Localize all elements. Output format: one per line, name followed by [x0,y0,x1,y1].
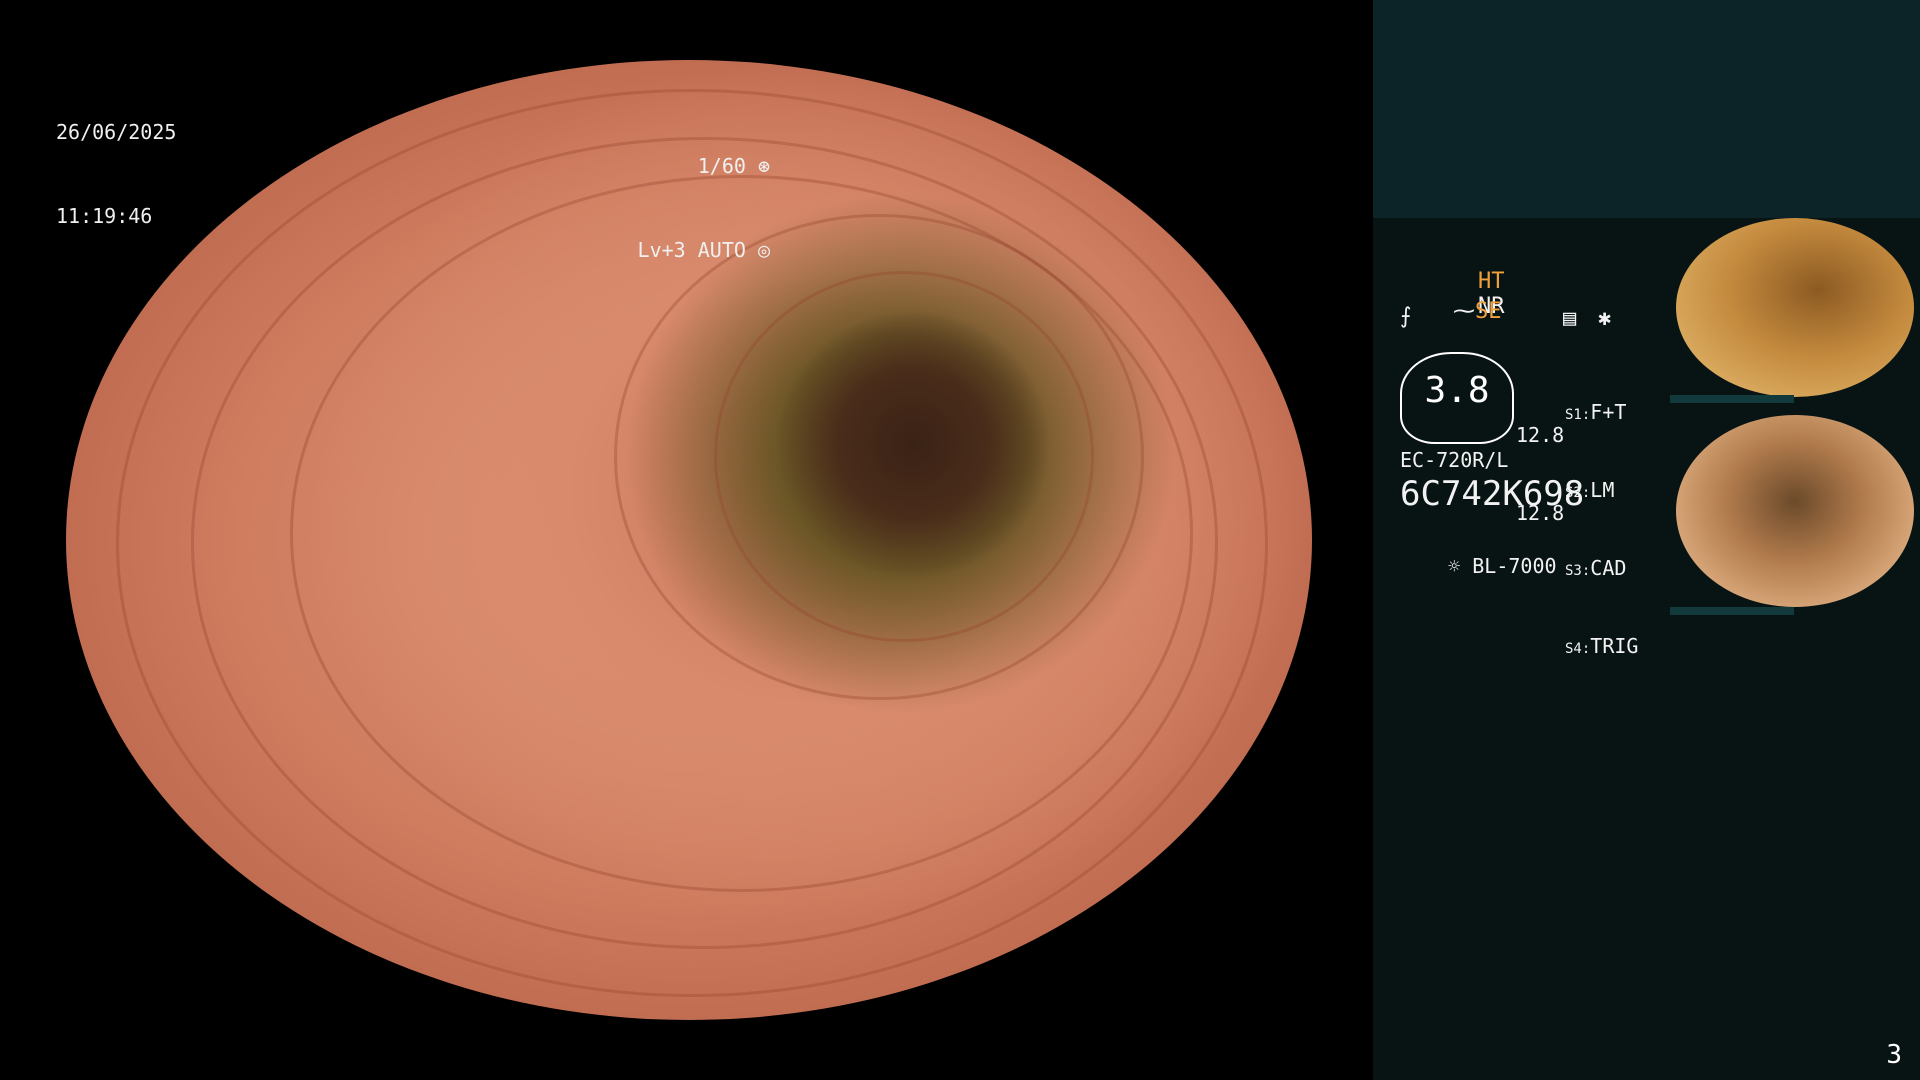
sun-icon: ☼ [1448,554,1473,578]
scope-model: EC-720R/L [1400,448,1509,472]
scope-icon: ⁓ [1452,299,1475,324]
mucosal-fold [713,271,1094,642]
switch-key: S1: [1565,407,1591,423]
scope-serial: 6C742K698 [1400,474,1585,514]
menu-icon: ▤ [1563,306,1577,331]
filter-icon: ⨍ [1400,304,1412,329]
date-label: 26/06/2025 [56,120,177,144]
exposure-display: 1/60 ⊛ Lv+3 AUTO ◎ [638,96,770,320]
iris-icon: ◎ [745,238,770,262]
thumbnail-2[interactable] [1670,415,1916,615]
thumbnail-bar [1670,607,1794,615]
panel-header-area [1373,0,1920,218]
value-upper: 12.8 [1516,423,1565,447]
aperture-icon: ⊛ [745,154,770,178]
switch-key: S4: [1565,641,1591,657]
info-panel: HT NR ⁓SE ⨍ ▤ ✱ 3.8 12.8 12.8 S1:F+T S2:… [1373,0,1920,1080]
shutter-label: 1/60 [697,154,746,178]
gauge-display: 3.8 [1400,352,1514,444]
light-source-label: BL-7000 [1472,554,1557,578]
thumbnail-image [1676,415,1914,607]
asterisk-icon: ✱ [1598,306,1612,331]
se-label: SE [1474,299,1502,324]
switch-value: LM [1590,478,1615,502]
switch-value: CAD [1590,556,1627,580]
date-time-display: 26/06/2025 11:19:46 [56,62,176,286]
switch-key: S3: [1565,563,1591,579]
switch-list: S1:F+T S2:LM S3:CAD S4:TRIG [1565,350,1638,712]
se-row: ⁓SE [1400,274,1502,349]
switch-value: F+T [1590,400,1627,424]
light-source-row: ☼ BL-7000 [1400,530,1557,602]
endoscope-video-area: 26/06/2025 11:19:46 1/60 ⊛ Lv+3 AUTO ◎ [0,0,1372,1080]
thumbnail-image [1676,218,1914,397]
thumbnail-bar [1670,395,1794,403]
gauge-value: 3.8 [1424,370,1490,411]
time-label: 11:19:46 [56,204,153,228]
page-number: 3 [1886,1040,1902,1070]
switch-value: TRIG [1590,634,1639,658]
thumbnail-1[interactable] [1670,218,1916,403]
level-label: Lv+3 AUTO [637,238,746,262]
